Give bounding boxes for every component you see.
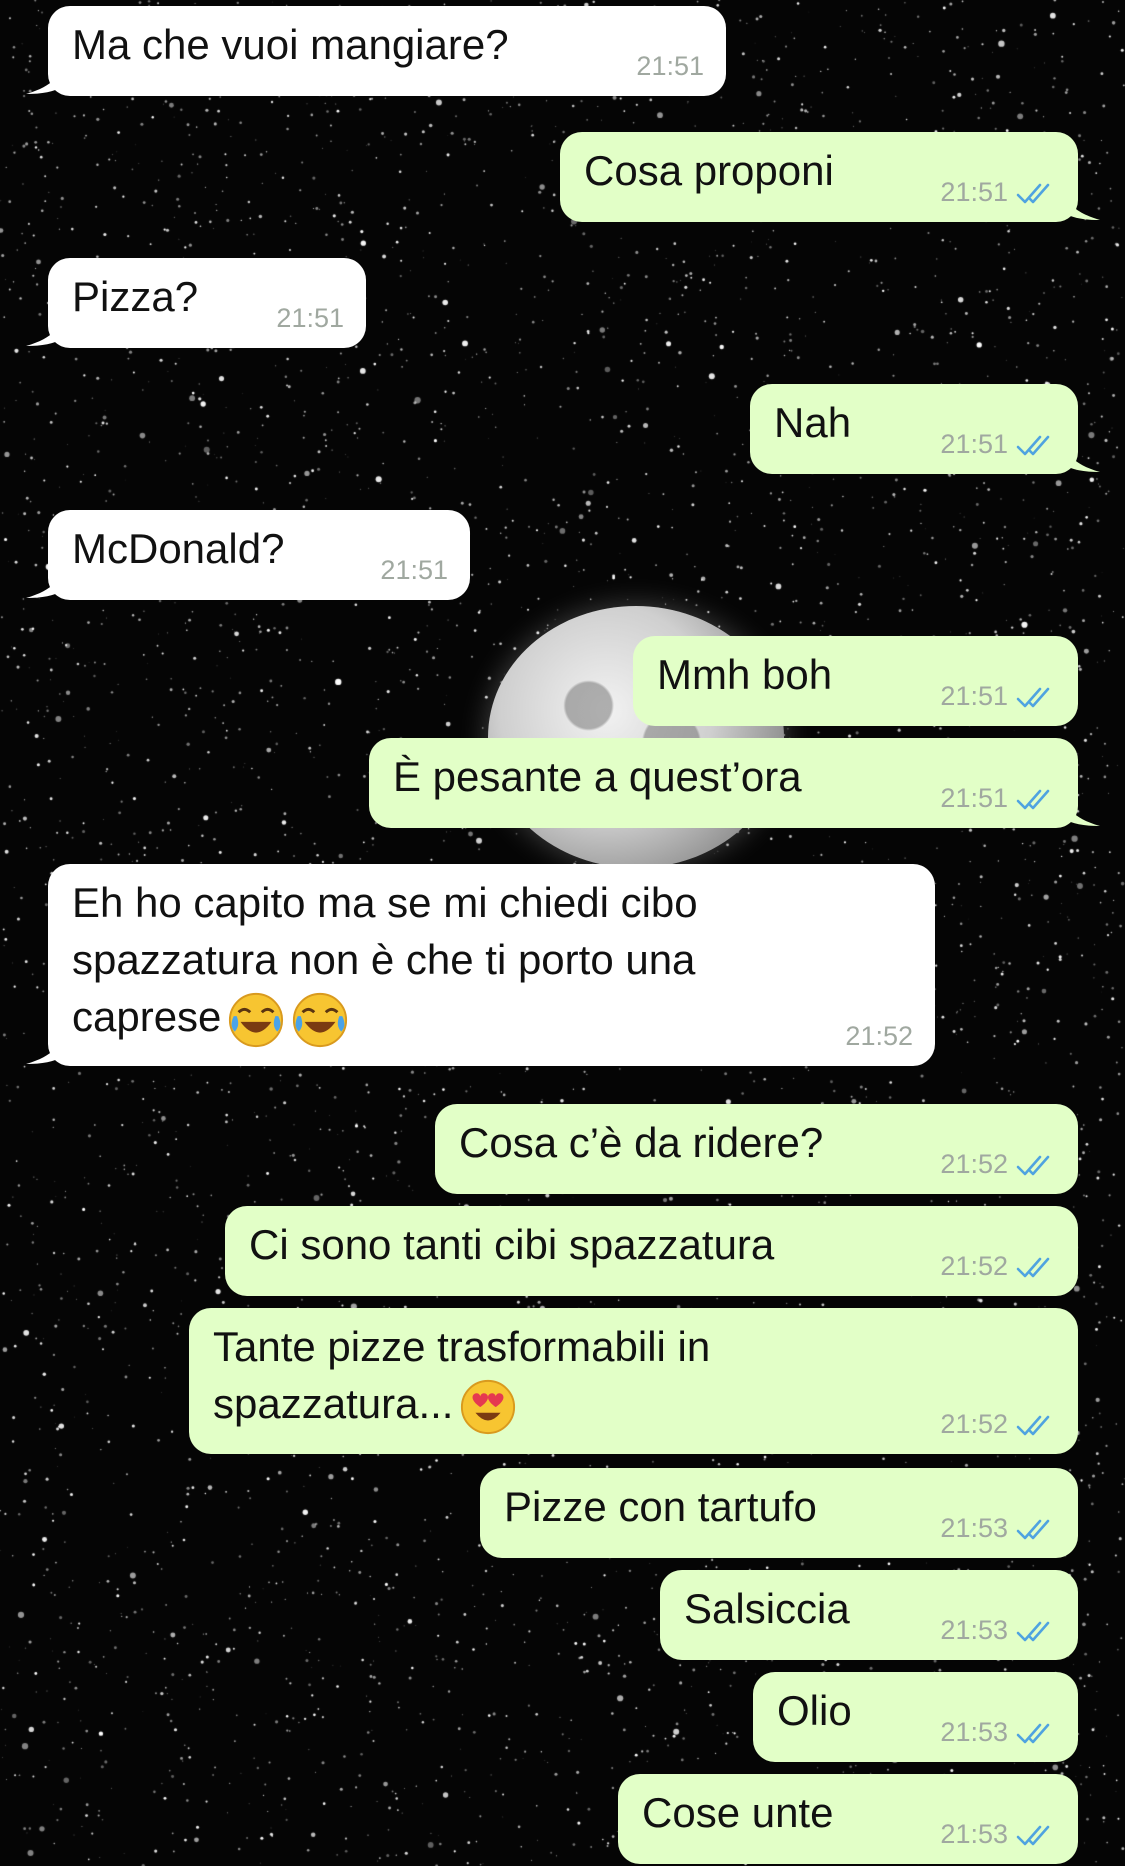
message-timestamp: 21:51 [636,51,704,81]
double-check-icon [1016,1825,1050,1846]
message-timestamp: 21:53 [940,1615,1008,1645]
outgoing-message-bubble[interactable]: Tante pizze trasformabili in spazzatura.… [189,1308,1078,1454]
message-text: Cosa proponi [584,142,834,199]
bubble-tail [1062,434,1100,472]
double-check-icon [1016,789,1050,810]
message-text: È pesante a quest’ora [393,748,802,805]
outgoing-message-bubble[interactable]: Ci sono tanti cibi spazzatura 21:52 [225,1206,1078,1296]
incoming-message-bubble[interactable]: Eh ho capito ma se mi chiedi cibo spazza… [26,864,935,1066]
outgoing-message-bubble[interactable]: Salsiccia 21:53 [660,1570,1078,1660]
message-timestamp: 21:51 [276,303,344,333]
message-text: Salsiccia [684,1580,850,1637]
message-text: Ma che vuoi mangiare? [72,16,509,73]
message-text: Eh ho capito ma se mi chiedi cibo spazza… [72,874,698,1049]
message-timestamp: 21:53 [940,1513,1008,1543]
message-text: Cosa c’è da ridere? [459,1114,823,1171]
message-text: Mmh boh [657,646,832,703]
message-text: Ci sono tanti cibi spazzatura [249,1216,774,1273]
message-timestamp: 21:51 [940,681,1008,711]
face-with-tears-of-joy-icon [229,992,284,1047]
message-timestamp: 21:51 [380,555,448,585]
double-check-icon [1016,435,1050,456]
message-timestamp: 21:52 [940,1409,1008,1439]
message-text-content: Pizza? [72,273,199,320]
message-timestamp: 21:51 [940,429,1008,459]
bubble-tail [1062,788,1100,826]
outgoing-message-bubble[interactable]: Cosa c’è da ridere? 21:52 [435,1104,1078,1194]
heart-eyes-face-icon [461,1379,516,1434]
message-text-content: Olio [777,1687,852,1734]
double-check-icon [1016,1415,1050,1436]
message-text: Cose unte [642,1784,833,1841]
outgoing-message-bubble[interactable]: È pesante a quest’ora 21:51 [369,738,1100,828]
message-text-content: Ma che vuoi mangiare? [72,21,509,68]
message-text-content: Salsiccia [684,1585,850,1632]
message-timestamp: 21:51 [940,177,1008,207]
message-text-content: Cosa proponi [584,147,834,194]
incoming-message-bubble[interactable]: Ma che vuoi mangiare? 21:51 [26,6,726,96]
double-check-icon [1016,1257,1050,1278]
bubble-tail [26,560,64,598]
face-with-tears-of-joy-icon [293,992,348,1047]
message-text: Nah [774,394,851,451]
bubble-tail [26,1026,64,1064]
outgoing-message-bubble[interactable]: Pizze con tartufo 21:53 [480,1468,1078,1558]
bubble-tail [26,308,64,346]
double-check-icon [1016,1621,1050,1642]
outgoing-message-bubble[interactable]: Nah 21:51 [750,384,1100,474]
outgoing-message-bubble[interactable]: Cosa proponi 21:51 [560,132,1100,222]
message-text-content: Mmh boh [657,651,833,698]
message-text-content: Nah [774,399,852,446]
message-text-content: Eh ho capito ma se mi chiedi cibo spazza… [72,879,698,1040]
message-text-content: Ci sono tanti cibi spazzatura [249,1221,775,1268]
message-text: Pizza? [72,268,198,325]
message-text: McDonald? [72,520,284,577]
outgoing-message-bubble[interactable]: Olio 21:53 [753,1672,1078,1762]
message-timestamp: 21:52 [940,1149,1008,1179]
incoming-message-bubble[interactable]: Pizza? 21:51 [26,258,366,348]
message-timestamp: 21:53 [940,1819,1008,1849]
message-text-content: Cosa c’è da ridere? [459,1119,824,1166]
message-timestamp: 21:51 [940,783,1008,813]
message-timestamp: 21:53 [940,1717,1008,1747]
double-check-icon [1016,1519,1050,1540]
double-check-icon [1016,687,1050,708]
incoming-message-bubble[interactable]: McDonald? 21:51 [26,510,470,600]
bubble-tail [26,56,64,94]
outgoing-message-bubble[interactable]: Mmh boh 21:51 [633,636,1078,726]
double-check-icon [1016,183,1050,204]
bubble-tail [1062,182,1100,220]
message-timestamp: 21:52 [940,1251,1008,1281]
message-text: Tante pizze trasformabili in spazzatura.… [213,1318,710,1436]
double-check-icon [1016,1723,1050,1744]
message-text-content: Cose unte [642,1789,834,1836]
outgoing-message-bubble[interactable]: Cose unte 21:53 [618,1774,1078,1864]
message-text: Olio [777,1682,852,1739]
message-text: Pizze con tartufo [504,1478,817,1535]
double-check-icon [1016,1155,1050,1176]
message-timestamp: 21:52 [845,1021,913,1051]
message-text-content: McDonald? [72,525,285,572]
message-text-content: Pizze con tartufo [504,1483,817,1530]
message-text-content: È pesante a quest’ora [393,753,802,800]
